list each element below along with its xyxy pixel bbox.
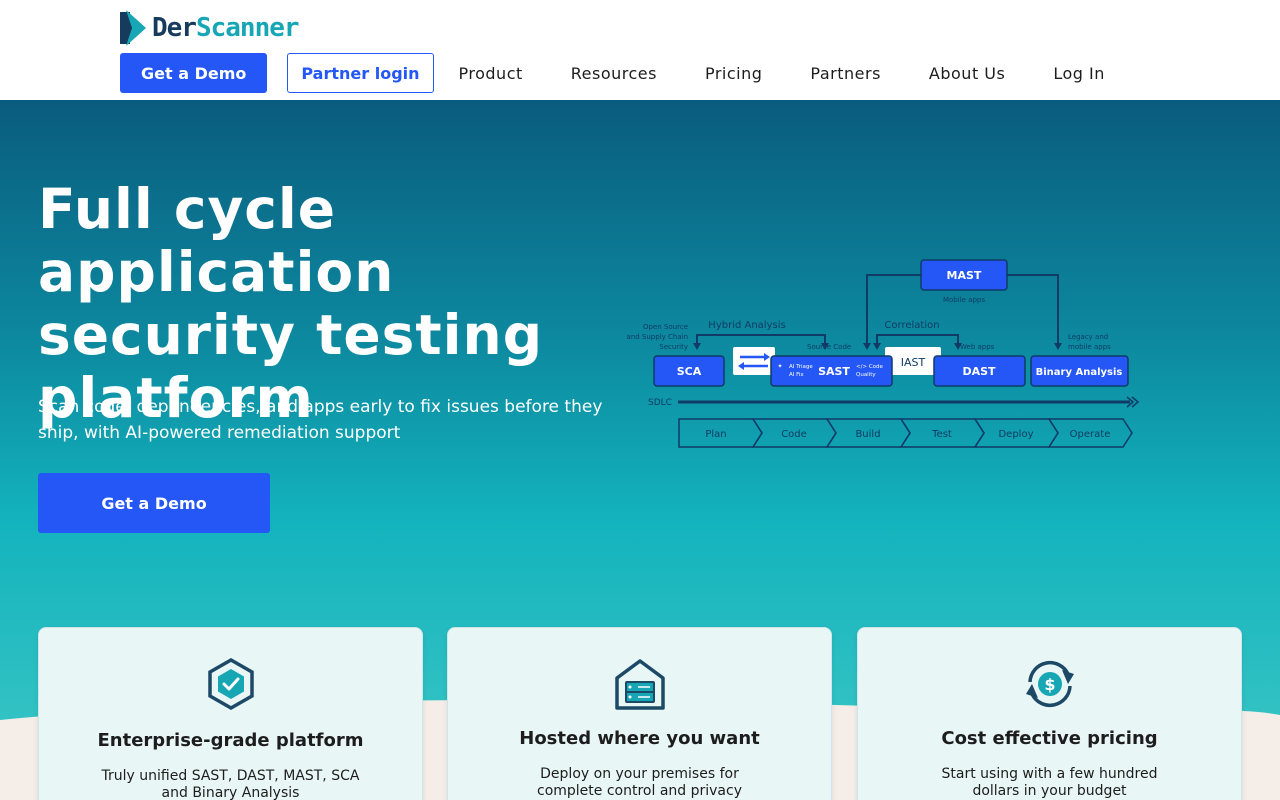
stage-label: Operate [1070,429,1111,440]
card-title: Enterprise-grade platform [97,730,364,751]
dast-label: DAST [962,365,996,378]
hero-get-demo-button[interactable]: Get a Demo [38,473,270,533]
hero-section: Full cycle application security testing … [0,100,1280,800]
iast-label: IAST [901,356,926,369]
partner-login-button[interactable]: Partner login [287,53,434,93]
hero-subtitle: Scan code, dependencies, and apps early … [38,397,603,443]
card-title: Cost effective pricing [941,728,1158,749]
code-label: </> Code [856,364,884,370]
server-house-icon [614,659,665,710]
nav-product[interactable]: Product [459,64,523,83]
ai-triage-label: AI Triage [789,364,813,370]
card-text: Truly unified SAST, DAST, MAST, SCA and … [101,768,360,800]
source-code-label: Source Code [807,343,851,351]
logo-text: DerScanner [152,13,300,43]
card-text: Start using with a few hundred dollars i… [941,766,1158,799]
binary-analysis-label: Binary Analysis [1036,367,1123,378]
card-title: Hosted where you want [519,728,760,749]
quality-label: Quality [856,372,876,378]
legacy-mobile-label: mobile apps [1068,343,1111,351]
supply-chain-label: and Supply Chain [627,333,688,341]
stage-label: Deploy [998,429,1033,440]
card-text: Deploy on your premises for complete con… [537,766,742,799]
dollar-cycle-icon: $ [1025,660,1074,708]
security-label: Security [659,343,688,351]
nav-resources[interactable]: Resources [571,64,657,83]
card-hosted: Hosted where you want Deploy on your pre… [447,627,832,800]
card-pricing: $ Cost effective pricing Start using wit… [857,627,1242,800]
exchange-box [733,347,775,375]
hybrid-analysis-label: Hybrid Analysis [708,320,785,331]
legacy-label: Legacy and [1068,333,1108,341]
sast-label: SAST [818,365,850,378]
stage-label: Build [855,429,880,440]
mobile-apps-label: Mobile apps [943,296,985,304]
svg-text:$: $ [1044,675,1055,694]
nav-about-us[interactable]: About Us [929,64,1005,83]
stages-group: Plan Code Build Test Deploy Operate [678,418,1133,448]
ai-fix-label: AI Fix [789,372,804,378]
sdlc-diagram: MAST Mobile apps Hybrid Analysis Correla… [627,259,1140,448]
stage-label: Test [931,429,952,440]
nav-partners[interactable]: Partners [810,64,880,83]
shield-check-icon [207,657,254,711]
mast-label: MAST [947,269,982,282]
sca-label: SCA [677,365,702,378]
stage-label: Plan [705,429,726,440]
nav-pricing[interactable]: Pricing [705,64,762,83]
main-nav: Get a Demo Partner login Product Resourc… [120,53,1105,93]
web-apps-label: Web apps [960,343,995,351]
nav-log-in[interactable]: Log In [1053,64,1105,83]
open-source-label: Open Source [643,323,688,331]
stage-label: Code [781,429,807,440]
get-demo-button[interactable]: Get a Demo [120,53,268,93]
correlation-label: Correlation [884,320,939,331]
ai-sparkle-icon: ✦ [777,363,782,370]
card-enterprise: Enterprise-grade platform Truly unified … [38,627,423,800]
site-header: DerScanner Get a Demo Partner login Prod… [0,0,1280,100]
sdlc-label: SDLC [648,398,672,408]
logo-icon [120,10,146,46]
logo[interactable]: DerScanner [118,8,300,48]
hero-title: Full cycle application security testing … [38,177,544,430]
